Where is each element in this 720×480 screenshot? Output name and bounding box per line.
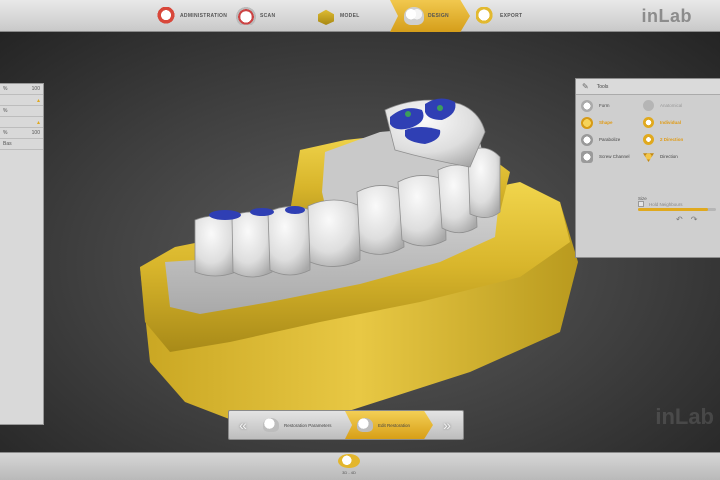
tool-label: Form [599,103,610,108]
workflow-toolbar: ADMINISTRATION SCAN MODEL DESIGN EXPORT … [0,0,720,32]
tool-label: Shape [599,120,613,125]
option-label: Anatomical [660,103,683,108]
spinner-icon[interactable]: ▴ [37,97,40,104]
step-design[interactable]: DESIGN [390,0,470,32]
step-administration[interactable]: ADMINISTRATION [150,0,230,32]
tool-parabolize[interactable]: Parabolize [576,131,636,148]
size-slider-fill [638,208,709,211]
option-label: 2 Direction [660,137,684,142]
admin-icon [156,7,176,25]
step-label: DESIGN [428,13,449,19]
model-icon [318,9,334,25]
option-individual[interactable]: Individual [638,114,720,131]
workflow-steps: ADMINISTRATION SCAN MODEL DESIGN EXPORT [150,0,550,32]
tools-icon: ✎ [582,82,589,91]
tools-title: Tools [596,83,609,90]
hold-neighbours-label: Hold Neighbours [649,201,683,207]
tools-list: Form Shape Parabolize Screw Channel [576,97,636,165]
redo-icon[interactable]: ↷ [691,215,698,224]
form-icon [581,99,593,112]
anatomical-icon [643,100,654,111]
design-icon [404,7,424,25]
individual-icon [643,117,654,128]
scan-icon [236,7,256,25]
option-direction[interactable]: Direction [638,148,720,165]
edit-restoration-icon [357,418,373,432]
substep-label: Restoration Parameters [284,422,332,428]
parameter-value: 100 [31,130,40,136]
screw-channel-icon [581,150,593,163]
tool-label: Parabolize [599,137,621,142]
undo-redo: ↶ ↷ [676,215,697,224]
tools-header: ✎ Tools [576,79,720,95]
shape-icon [581,116,593,129]
parameter-label: % [3,130,8,136]
substep-restoration-parameters[interactable]: Restoration Parameters [257,411,345,439]
parameter-row[interactable]: % 100 [0,128,43,139]
option-anatomical[interactable]: Anatomical [638,97,720,114]
tool-form[interactable]: Form [576,97,636,114]
direction-icon [643,153,654,162]
option-2-direction[interactable]: 2 Direction [638,131,720,148]
left-parameter-panel: % 100 ▴ % ▴ % 100 Bas [0,83,44,425]
step-scan[interactable]: SCAN [230,0,310,32]
direction-2-icon [643,134,654,145]
substep-edit-restoration[interactable]: Edit Restoration [345,411,433,439]
parameter-row[interactable]: ▴ [0,117,43,128]
parameter-value: 100 [31,86,40,92]
tool-label: Screw Channel [599,154,630,159]
parameter-row[interactable]: ▴ [0,95,43,106]
spinner-icon[interactable]: ▴ [37,119,40,126]
next-step-button[interactable]: » [433,411,461,439]
step-model[interactable]: MODEL [310,0,390,32]
parameter-row[interactable]: Bas [0,139,43,150]
step-label: SCAN [260,13,276,19]
design-substep-nav: « Restoration Parameters Edit Restoratio… [228,410,464,440]
parameter-row[interactable]: % 100 [0,84,43,95]
previous-step-button[interactable]: « [229,411,257,439]
tooth-icon [338,454,360,468]
step-label: EXPORT [500,13,523,19]
tools-panel: ✎ Tools Form Shape Parabolize Screw Chan… [575,78,720,258]
tool-screw-channel[interactable]: Screw Channel [576,148,636,165]
parabolize-icon [581,133,593,146]
hold-neighbours-checkbox[interactable] [638,201,644,207]
substep-label: Edit Restoration [378,422,411,428]
parameter-row[interactable]: % [0,106,43,117]
watermark-logo: inLab [655,404,714,429]
option-label: Individual [660,120,682,125]
shape-options: Anatomical Individual 2 Direction Direct… [638,97,720,165]
hold-neighbours[interactable]: Hold Neighbours [638,201,683,207]
step-label: ADMINISTRATION [180,13,228,19]
parameter-label: % [3,86,8,92]
brand-logo: inLab [641,6,692,26]
option-label: Direction [660,154,678,159]
step-export[interactable]: EXPORT [470,0,550,32]
view-mode-button[interactable]: 3D - 4D [336,454,362,480]
undo-icon[interactable]: ↶ [676,215,683,224]
size-slider[interactable] [638,208,716,211]
parameter-label: % [3,108,8,114]
view-mode-label: 3D - 4D [342,470,356,475]
bottom-toolbar: 3D - 4D [0,452,720,480]
step-label: MODEL [340,13,360,19]
parameter-label: Bas [3,141,12,147]
size-control: Size [638,187,718,211]
tool-shape[interactable]: Shape [576,114,636,131]
restoration-parameters-icon [263,418,279,432]
export-icon [476,7,496,25]
